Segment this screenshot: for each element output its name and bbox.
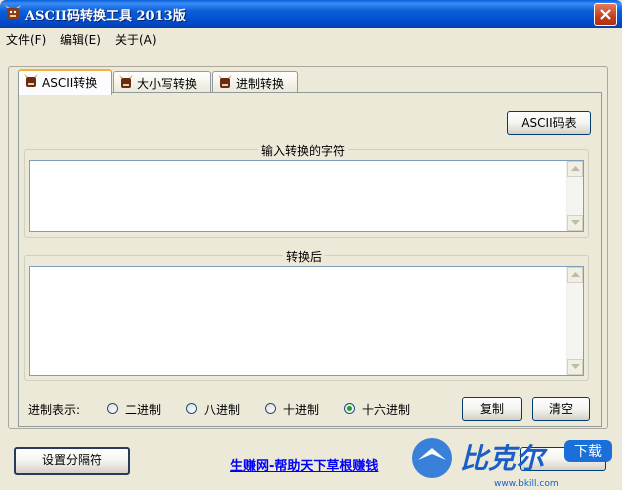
tab-base-label: 进制转换 xyxy=(236,77,285,91)
radio-circle[interactable] xyxy=(186,403,197,414)
scroll-down-button[interactable] xyxy=(567,215,583,231)
input-textarea[interactable] xyxy=(29,160,584,232)
menu-edit[interactable]: 编辑(E) xyxy=(60,31,101,48)
scroll-down-button[interactable] xyxy=(567,359,583,375)
copy-button[interactable]: 复制 xyxy=(462,397,522,421)
set-separator-button[interactable]: 设置分隔符 xyxy=(14,447,130,475)
input-group-label: 输入转换的字符 xyxy=(258,142,349,159)
input-scrollbar[interactable] xyxy=(566,161,583,231)
radio-circle[interactable] xyxy=(107,403,118,414)
output-group: 转换后 xyxy=(24,248,589,381)
app-window: ASCII码转换工具 2013版 文件(F) 编辑(E) 关于(A) ASCII… xyxy=(0,0,622,490)
tab-base[interactable]: 进制转换 xyxy=(212,71,298,92)
arrow-up-icon xyxy=(571,166,580,171)
menu-file[interactable]: 文件(F) xyxy=(6,31,46,48)
watermark-url: www.bkill.com xyxy=(494,479,559,489)
close-button[interactable] xyxy=(594,3,617,26)
scroll-up-button[interactable] xyxy=(567,267,583,283)
arrow-down-icon xyxy=(571,364,580,369)
radio-circle[interactable] xyxy=(265,403,276,414)
bull-icon xyxy=(218,75,232,88)
input-group: 输入转换的字符 xyxy=(24,142,589,238)
watermark-text: 比克尔 xyxy=(460,442,548,475)
radio-label: 八进制 xyxy=(204,403,241,417)
menu-about[interactable]: 关于(A) xyxy=(115,31,157,48)
close-icon xyxy=(600,9,611,20)
output-group-label: 转换后 xyxy=(283,248,326,265)
scroll-up-button[interactable] xyxy=(567,161,583,177)
radio-circle[interactable] xyxy=(344,403,355,414)
footer-link[interactable]: 生赚网-帮助天下草根赚钱 xyxy=(230,455,378,474)
radio-label: 二进制 xyxy=(125,403,162,417)
tab-case-label: 大小写转换 xyxy=(137,77,198,91)
radio-label: 十六进制 xyxy=(362,403,411,417)
tab-ascii-label: ASCII转换 xyxy=(42,76,98,90)
radio-label: 十进制 xyxy=(283,403,320,417)
bull-icon xyxy=(24,74,38,87)
output-scrollbar[interactable] xyxy=(566,267,583,375)
output-textarea[interactable] xyxy=(29,266,584,376)
tab-case[interactable]: 大小写转换 xyxy=(113,71,211,92)
clear-button[interactable]: 清空 xyxy=(532,397,590,421)
window-title: ASCII码转换工具 2013版 xyxy=(25,9,186,24)
tab-ascii[interactable]: ASCII转换 xyxy=(18,69,112,95)
menu-bar: 文件(F) 编辑(E) 关于(A) xyxy=(0,28,622,48)
ascii-table-button[interactable]: ASCII码表 xyxy=(507,111,591,135)
base-label: 进制表示: xyxy=(28,403,81,417)
watermark-tag: 下载 xyxy=(574,444,602,460)
watermark-logo: 比克尔 下载 www.bkill.com xyxy=(412,438,612,489)
title-bar[interactable]: ASCII码转换工具 2013版 xyxy=(0,0,622,28)
app-icon xyxy=(5,5,21,19)
arrow-up-icon xyxy=(571,272,580,277)
arrow-down-icon xyxy=(571,220,580,225)
bull-icon xyxy=(119,75,133,88)
